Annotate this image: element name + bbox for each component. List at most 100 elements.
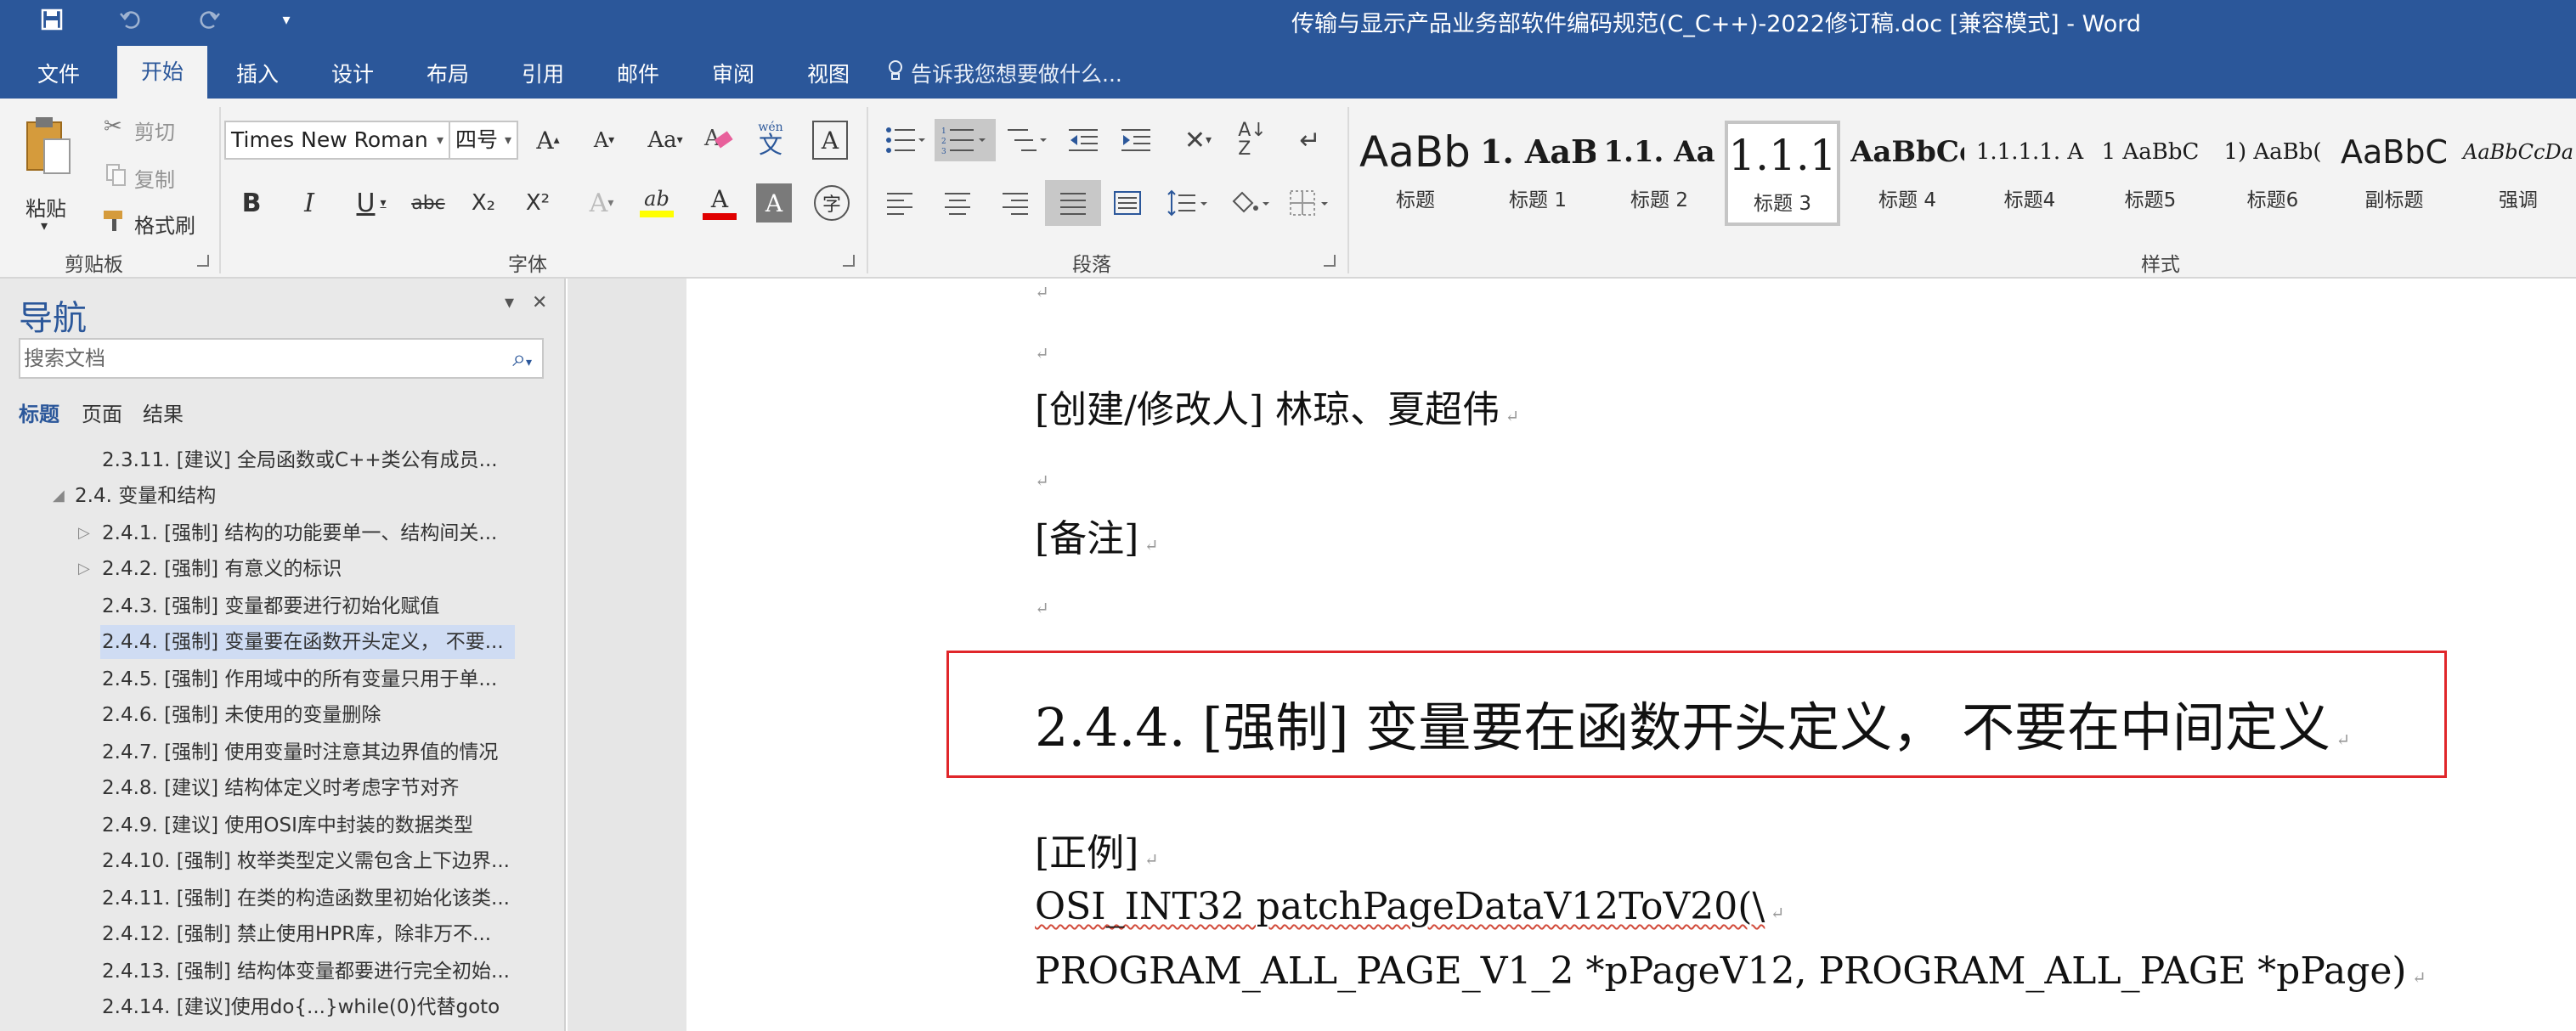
style-heading5[interactable]: 1 AaBbC 标题5 [2093, 121, 2207, 226]
customize-quick-access-icon[interactable]: ▾ [272, 5, 301, 34]
nav-heading-item[interactable]: 2.4.8. [建议] 结构体定义时考虑字节对齐 [102, 771, 544, 805]
redo-icon[interactable] [195, 5, 224, 34]
shrink-font-button[interactable]: A ▾ [586, 121, 622, 160]
style-heading-3[interactable]: 1.1.1 标题 3 [1725, 121, 1840, 226]
tab-mailings[interactable]: 邮件 [608, 51, 668, 99]
font-name-combo[interactable]: Times New Roman ▾ [224, 121, 450, 160]
nav-heading-item[interactable]: 2.4.2. [强制] 有意义的标识 [102, 552, 544, 586]
align-center-button[interactable] [938, 183, 977, 223]
clipboard-launcher-icon[interactable] [197, 255, 209, 267]
sort-button[interactable]: A↓ Z [1235, 121, 1269, 160]
align-left-icon [887, 193, 912, 215]
font-color-bar [703, 212, 737, 220]
format-painter-button[interactable]: 格式刷 [100, 206, 211, 239]
text-effects-button[interactable]: A ▾ [578, 183, 625, 223]
nav-heading-item[interactable]: 2.3.11. [建议] 全局函数或C++类公有成员... [102, 443, 544, 477]
change-case-button[interactable]: Aa ▾ [639, 121, 692, 160]
show-hide-marks-button[interactable]: ↵ [1291, 121, 1329, 160]
nav-heading-item[interactable]: 2.4.7. [强制] 使用变量时注意其边界值的情况 [102, 735, 544, 769]
justify-button[interactable] [1045, 180, 1101, 226]
tab-review[interactable]: 审阅 [703, 51, 763, 99]
nav-heading-item[interactable]: 2.4.6. [强制] 未使用的变量删除 [102, 698, 544, 732]
copy-button[interactable]: 复制 [100, 160, 194, 194]
nav-tab-headings[interactable]: 标题 [19, 397, 59, 427]
save-icon[interactable] [37, 5, 66, 34]
style-emphasis[interactable]: AaBbCcDa 强调 [2460, 121, 2576, 226]
font-launcher-icon[interactable] [843, 255, 855, 267]
tab-insert[interactable]: 插入 [228, 51, 287, 99]
strikethrough-button[interactable]: abc [406, 183, 450, 223]
align-left-button[interactable] [880, 183, 919, 223]
nav-heading-item[interactable]: 2.4.1. [强制] 结构的功能要单一、结构间关... [102, 516, 544, 550]
style-heading4[interactable]: 1.1.1.1. A 标题4 [1973, 121, 2087, 226]
numbering-button[interactable]: 1 2 3 [935, 119, 996, 161]
line-spacing-icon [1167, 189, 1207, 217]
bullets-button[interactable] [880, 121, 929, 160]
nav-heading-item[interactable]: 2.4.10. [强制] 枚举类型定义需包含上下边界... [102, 844, 544, 878]
style-heading6[interactable]: 1) AaBb( 标题6 [2216, 121, 2330, 226]
align-right-button[interactable] [996, 183, 1035, 223]
font-color-button[interactable]: A [695, 180, 744, 224]
nav-heading-item[interactable]: 2.4.14. [建议]使用do{...}while(0)代替goto [102, 990, 544, 1024]
line-spacing-button[interactable] [1162, 183, 1213, 223]
style-heading-1[interactable]: 1. AaB 标题 1 [1480, 121, 1596, 226]
style-subtitle[interactable]: AaBbC 副标题 [2336, 121, 2452, 226]
tab-references[interactable]: 引用 [513, 51, 573, 99]
font-name-value: Times New Roman [231, 127, 428, 152]
document-page[interactable]: ↵ ↵ [创建/修改人] 林琼、夏超伟 ↵ ↵ [备注] ↵ ↵ 2.4.4. … [686, 279, 2576, 1031]
clear-formatting-button[interactable]: A [700, 121, 736, 160]
tab-file[interactable]: 文件 [25, 51, 92, 99]
font-size-value: 四号 [455, 127, 499, 152]
nav-tab-pages[interactable]: 页面 [82, 397, 122, 427]
ribbon: 粘贴 ▾ ✂ 剪切 复制 格式刷 剪贴板 Times New Roman ▾ 四… [0, 99, 2576, 279]
chinese-layout-button[interactable]: ✕ ▾ [1174, 119, 1222, 161]
nav-heading-item[interactable]: 2.4. 变量和结构 [75, 479, 534, 513]
bold-button[interactable]: B [234, 183, 268, 223]
undo-icon[interactable] [116, 5, 144, 34]
distributed-button[interactable] [1108, 183, 1147, 223]
search-icon[interactable]: ⌕▾ [512, 340, 532, 381]
style-heading-2[interactable]: 1.1. Aa 标题 2 [1602, 121, 1716, 226]
tell-me-box[interactable]: 告诉我您想要做什么... [887, 58, 1122, 88]
font-size-combo[interactable]: 四号 ▾ [449, 121, 518, 160]
increase-indent-button[interactable] [1116, 121, 1155, 160]
paste-button[interactable]: 粘贴 ▾ [15, 110, 76, 238]
nav-heading-item[interactable]: 2.4.5. [强制] 作用域中的所有变量只用于单... [102, 662, 544, 696]
decrease-indent-button[interactable] [1064, 121, 1103, 160]
italic-button[interactable]: I [292, 183, 326, 223]
phonetic-guide-button[interactable]: wén 文 [753, 117, 788, 161]
borders-button[interactable] [1285, 183, 1336, 223]
character-shading-button[interactable]: A [756, 183, 792, 223]
cut-button[interactable]: ✂ 剪切 [100, 112, 194, 146]
close-icon[interactable]: ✕ [532, 292, 547, 313]
nav-tab-results[interactable]: 结果 [143, 397, 184, 427]
tab-home[interactable]: 开始 [117, 46, 207, 99]
tab-view[interactable]: 视图 [799, 51, 858, 99]
nav-search-input[interactable]: 搜索文档 ⌕▾ [19, 338, 544, 379]
nav-heading-item[interactable]: 2.4.3. [强制] 变量都要进行初始化赋值 [102, 589, 544, 623]
nav-heading-item[interactable]: 2.4.11. [强制] 在类的构造函数里初始化该类... [102, 882, 544, 916]
underline-button[interactable]: U ▾ [345, 183, 398, 223]
nav-heading-item[interactable]: 2.4.12. [强制] 禁止使用HPR库，除非万不... [102, 917, 544, 951]
nav-heading-item[interactable]: 2.4.13. [强制] 结构体变量都要进行完全初始... [102, 955, 544, 989]
style-heading-4[interactable]: AaBbCc 标题 4 [1850, 121, 1964, 226]
nav-heading-item[interactable]: 2.4.9. [建议] 使用OSI库中封装的数据类型 [102, 808, 544, 842]
tab-design[interactable]: 设计 [323, 51, 382, 99]
style-title[interactable]: AaBbC 标题 [1359, 121, 1472, 226]
shading-button[interactable] [1223, 183, 1276, 223]
character-border-button[interactable]: A [812, 121, 848, 160]
superscript-button[interactable]: X² [518, 183, 557, 223]
multilevel-list-button[interactable] [1003, 121, 1052, 160]
collapse-arrow-icon[interactable]: ◢ [53, 479, 65, 513]
paragraph-mark-icon: ↵ [2330, 730, 2351, 750]
paragraph-launcher-icon[interactable] [1324, 255, 1336, 267]
subscript-button[interactable]: X₂ [464, 183, 503, 223]
grow-font-button[interactable]: A ▴ [530, 121, 566, 160]
nav-heading-item-selected[interactable]: 2.4.4. [强制] 变量要在函数开头定义， 不要... [100, 625, 515, 659]
expand-arrow-icon[interactable]: ▷ [78, 552, 90, 586]
pane-options-icon[interactable]: ▾ [505, 292, 514, 313]
enclose-characters-button[interactable]: 字 [814, 185, 850, 221]
expand-arrow-icon[interactable]: ▷ [78, 516, 90, 550]
tab-layout[interactable]: 布局 [418, 51, 477, 99]
highlight-button[interactable]: ab [630, 180, 683, 224]
